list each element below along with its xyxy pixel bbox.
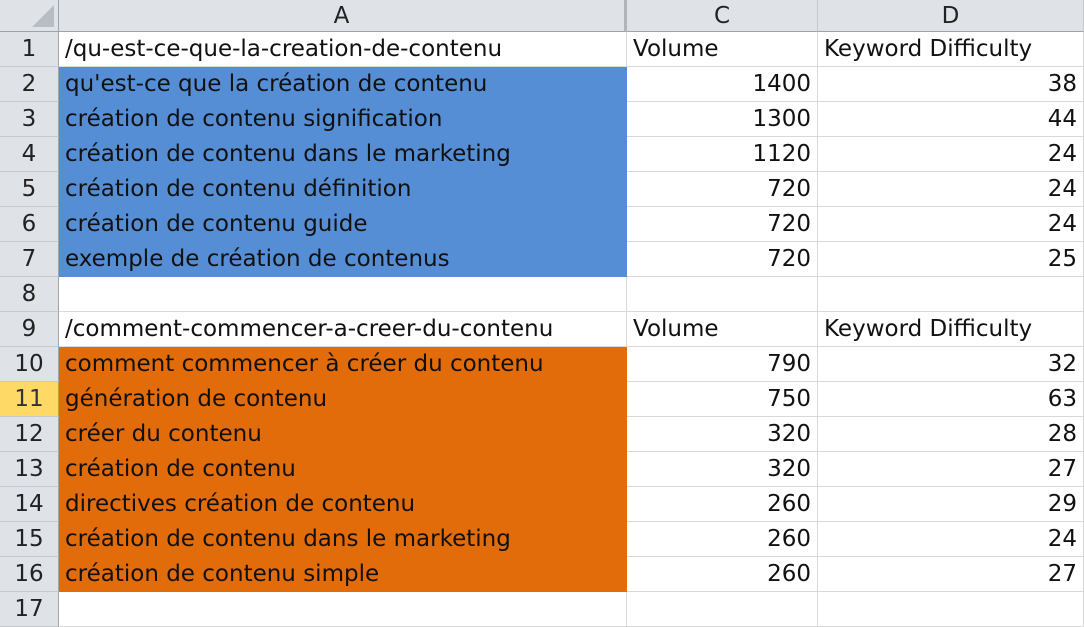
keyword-difficulty-cell[interactable] [818, 277, 1084, 312]
keyword-cell[interactable]: qu'est-ce que la création de contenu [59, 67, 627, 102]
row-header-6[interactable]: 6 [0, 207, 59, 242]
keyword-cell[interactable]: création de contenu définition [59, 172, 627, 207]
keyword-difficulty-cell[interactable]: 44 [818, 102, 1084, 137]
volume-cell[interactable]: 260 [627, 522, 818, 557]
row-header-17[interactable]: 17 [0, 592, 59, 627]
column-header-c[interactable]: C [627, 0, 818, 32]
volume-cell[interactable]: 790 [627, 347, 818, 382]
keyword-difficulty-cell[interactable]: 27 [818, 452, 1084, 487]
row-header-3[interactable]: 3 [0, 102, 59, 137]
row-header-2[interactable]: 2 [0, 67, 59, 102]
keyword-difficulty-header-cell[interactable]: Keyword Difficulty [818, 32, 1084, 67]
volume-cell[interactable]: 720 [627, 172, 818, 207]
volume-header-cell[interactable]: Volume [627, 312, 818, 347]
keyword-difficulty-cell[interactable]: 24 [818, 137, 1084, 172]
row-header-8[interactable]: 8 [0, 277, 59, 312]
keyword-difficulty-cell[interactable]: 29 [818, 487, 1084, 522]
keyword-cell[interactable]: création de contenu signification [59, 102, 627, 137]
volume-cell[interactable]: 1300 [627, 102, 818, 137]
row-header-11[interactable]: 11 [0, 382, 59, 417]
select-all-button[interactable] [0, 0, 59, 32]
keyword-difficulty-cell[interactable]: 63 [818, 382, 1084, 417]
volume-cell[interactable]: 720 [627, 207, 818, 242]
keyword-cell[interactable]: créer du contenu [59, 417, 627, 452]
volume-cell[interactable]: 750 [627, 382, 818, 417]
row-header-1[interactable]: 1 [0, 32, 59, 67]
volume-cell[interactable]: 1120 [627, 137, 818, 172]
row-header-12[interactable]: 12 [0, 417, 59, 452]
page-url-cell[interactable]: /qu-est-ce-que-la-creation-de-contenu [59, 32, 627, 67]
row-header-9[interactable]: 9 [0, 312, 59, 347]
volume-cell[interactable] [627, 277, 818, 312]
keyword-cell[interactable] [59, 592, 627, 627]
spreadsheet-grid: A C D 1/qu-est-ce-que-la-creation-de-con… [0, 0, 1084, 627]
keyword-cell[interactable]: comment commencer à créer du contenu [59, 347, 627, 382]
volume-cell[interactable]: 260 [627, 557, 818, 592]
row-header-16[interactable]: 16 [0, 557, 59, 592]
keyword-difficulty-header-cell[interactable]: Keyword Difficulty [818, 312, 1084, 347]
volume-header-cell[interactable]: Volume [627, 32, 818, 67]
keyword-cell[interactable] [59, 277, 627, 312]
keyword-cell[interactable]: création de contenu [59, 452, 627, 487]
keyword-cell[interactable]: création de contenu guide [59, 207, 627, 242]
volume-cell[interactable]: 720 [627, 242, 818, 277]
row-header-15[interactable]: 15 [0, 522, 59, 557]
keyword-difficulty-cell[interactable]: 24 [818, 522, 1084, 557]
keyword-difficulty-cell[interactable]: 28 [818, 417, 1084, 452]
column-header-d[interactable]: D [818, 0, 1084, 32]
keyword-difficulty-cell[interactable]: 24 [818, 172, 1084, 207]
keyword-difficulty-cell[interactable]: 27 [818, 557, 1084, 592]
select-all-triangle-icon [32, 5, 54, 27]
keyword-difficulty-cell[interactable]: 25 [818, 242, 1084, 277]
row-header-14[interactable]: 14 [0, 487, 59, 522]
keyword-difficulty-cell[interactable]: 24 [818, 207, 1084, 242]
keyword-cell[interactable]: exemple de création de contenus [59, 242, 627, 277]
page-url-cell[interactable]: /comment-commencer-a-creer-du-contenu [59, 312, 627, 347]
volume-cell[interactable] [627, 592, 818, 627]
volume-cell[interactable]: 260 [627, 487, 818, 522]
row-header-13[interactable]: 13 [0, 452, 59, 487]
keyword-cell[interactable]: directives création de contenu [59, 487, 627, 522]
row-header-7[interactable]: 7 [0, 242, 59, 277]
column-header-a[interactable]: A [59, 0, 627, 32]
keyword-cell[interactable]: génération de contenu [59, 382, 627, 417]
volume-cell[interactable]: 1400 [627, 67, 818, 102]
volume-cell[interactable]: 320 [627, 417, 818, 452]
row-header-4[interactable]: 4 [0, 137, 59, 172]
keyword-difficulty-cell[interactable] [818, 592, 1084, 627]
keyword-difficulty-cell[interactable]: 38 [818, 67, 1084, 102]
row-header-5[interactable]: 5 [0, 172, 59, 207]
keyword-cell[interactable]: création de contenu dans le marketing [59, 522, 627, 557]
keyword-cell[interactable]: création de contenu dans le marketing [59, 137, 627, 172]
keyword-difficulty-cell[interactable]: 32 [818, 347, 1084, 382]
volume-cell[interactable]: 320 [627, 452, 818, 487]
keyword-cell[interactable]: création de contenu simple [59, 557, 627, 592]
row-header-10[interactable]: 10 [0, 347, 59, 382]
